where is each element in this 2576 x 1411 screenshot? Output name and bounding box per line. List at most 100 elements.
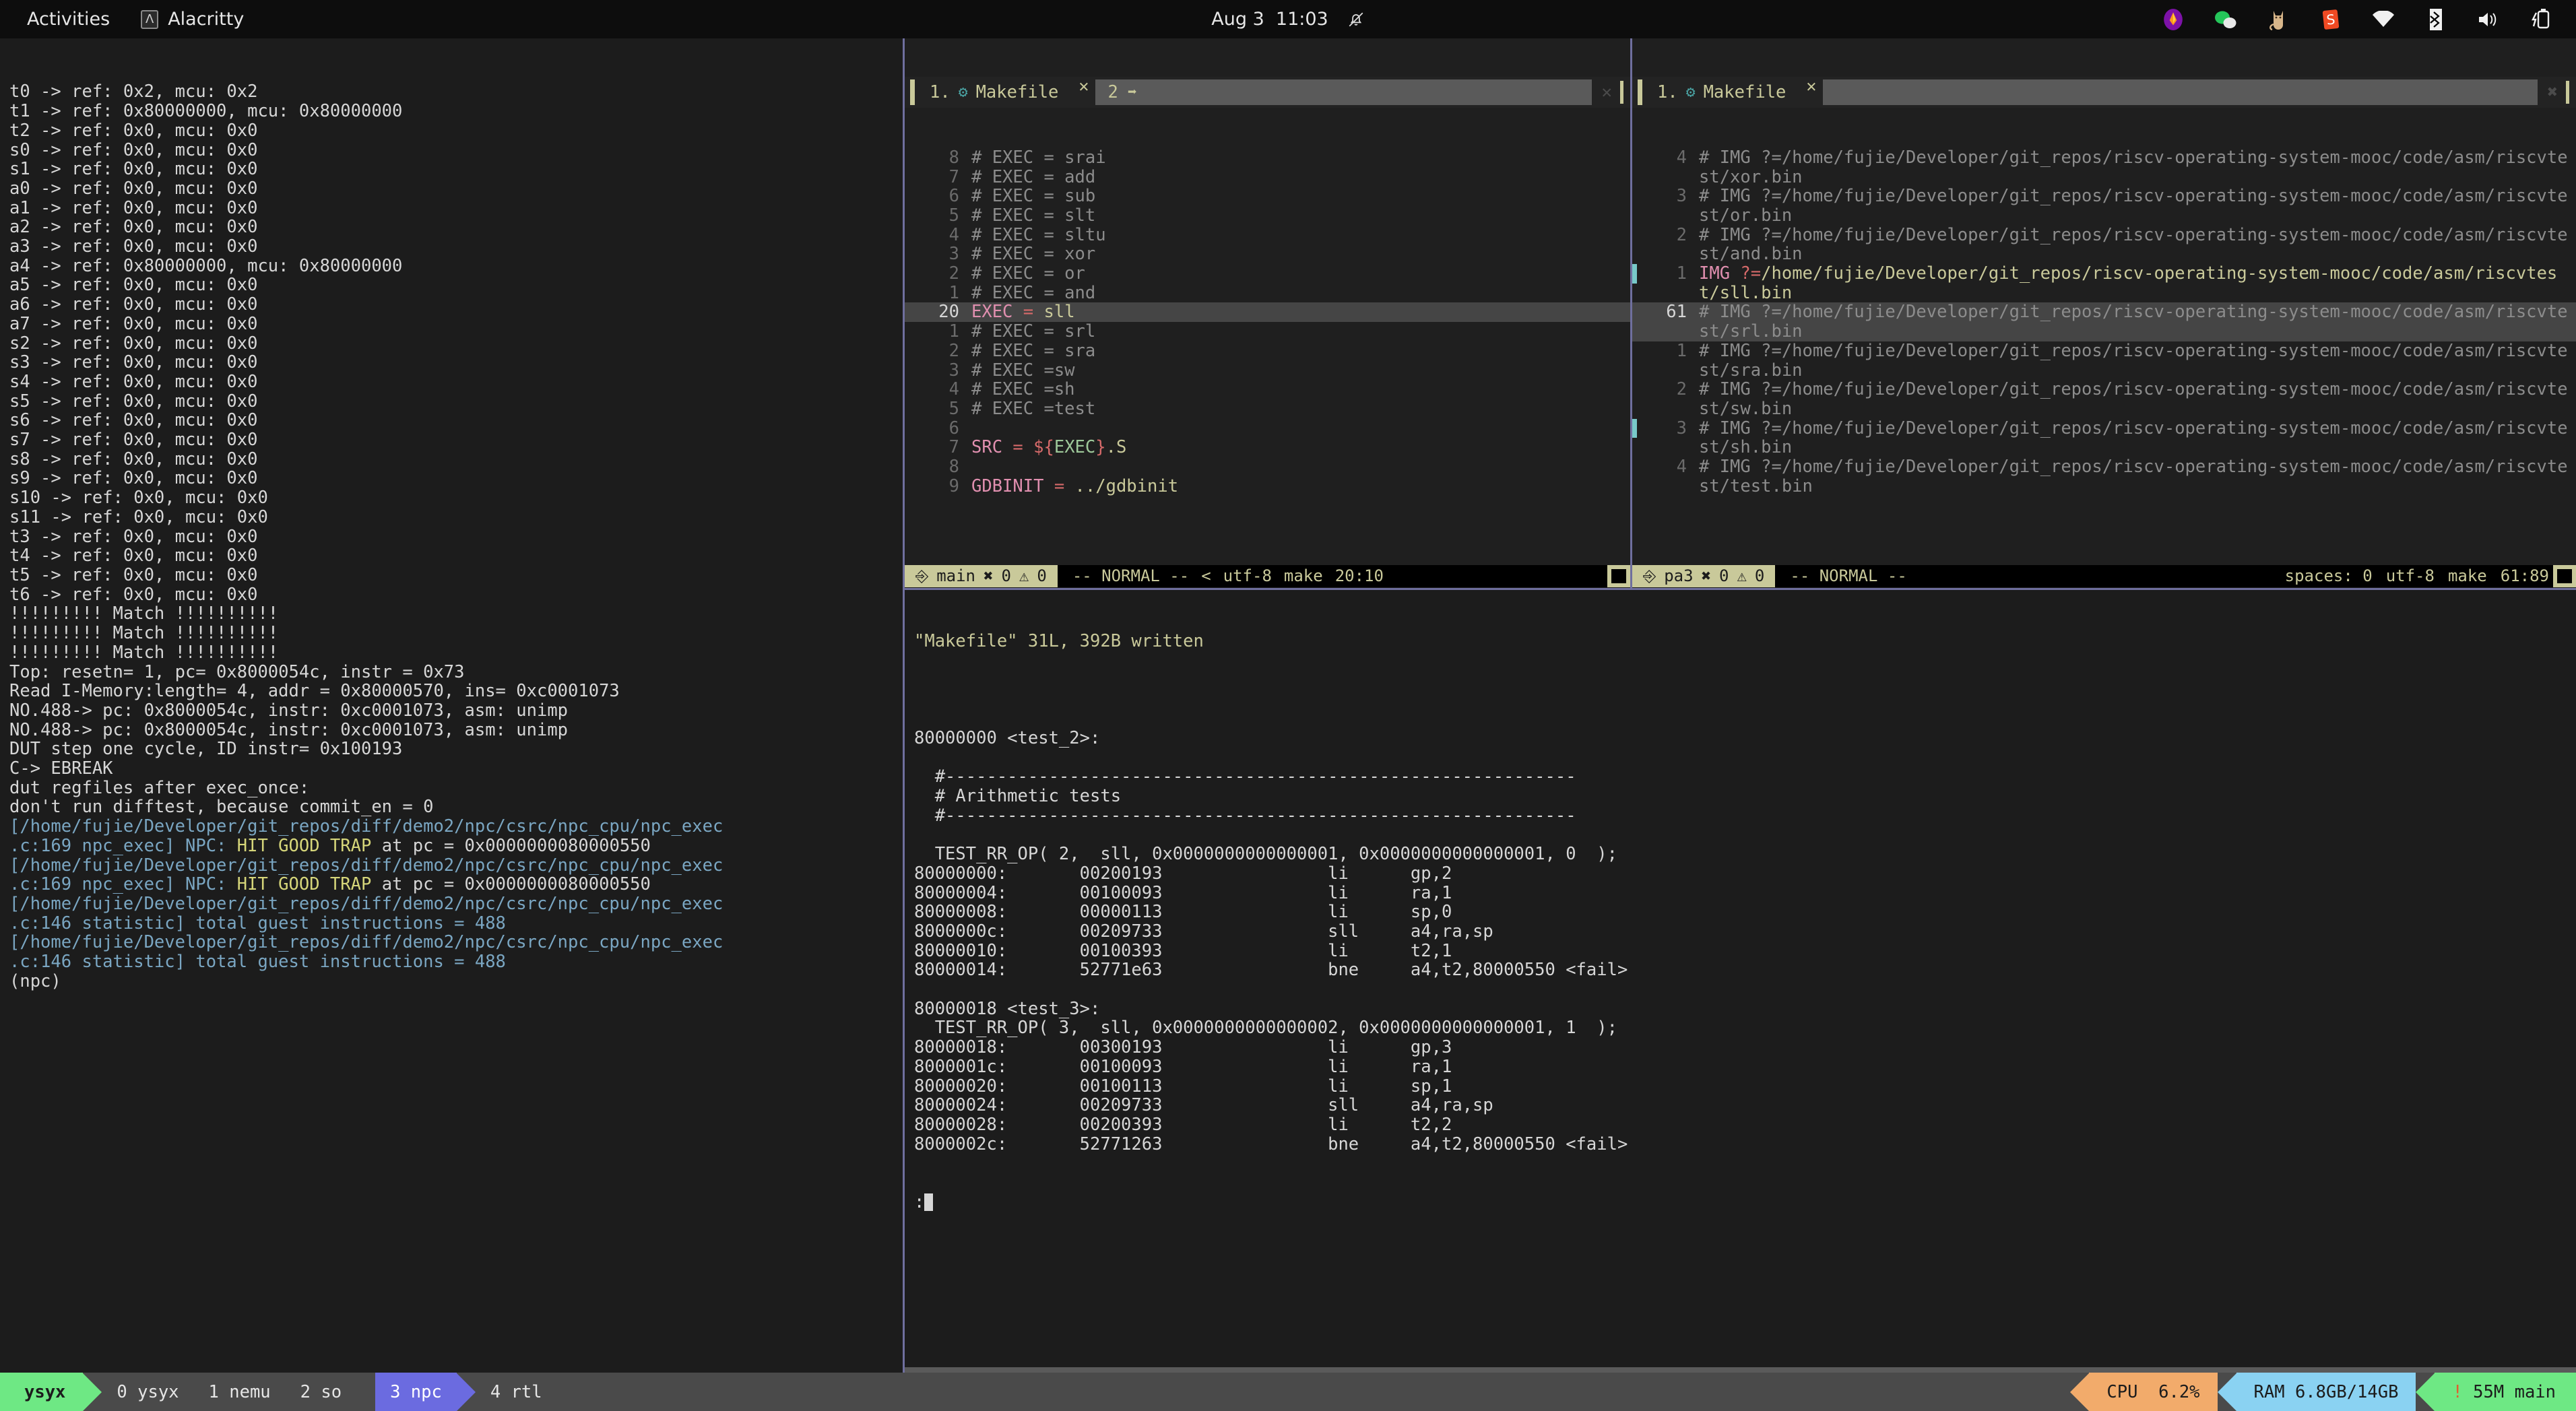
cat-app-icon[interactable]: [2266, 7, 2290, 32]
editor-mode: -- NORMAL --: [1790, 566, 1907, 586]
terminal-line: TEST_RR_OP( 2, sll, 0x0000000000000001, …: [914, 844, 1617, 865]
sogou-input-icon[interactable]: S: [2319, 7, 2343, 32]
terminal-line: a2 -> ref: 0x0, mcu: 0x0: [9, 217, 258, 238]
tmux-window-rtl[interactable]: 4 rtl: [476, 1373, 557, 1411]
tabline-close-far[interactable]: ✖: [2539, 77, 2566, 108]
line-number: 3: [1676, 418, 1687, 438]
line-text: # EXEC = or: [971, 263, 1085, 284]
line-number: 5: [948, 205, 959, 226]
terminal-line: don't run difftest, because commit_en = …: [9, 797, 434, 818]
battery-charging-icon[interactable]: [2529, 7, 2553, 32]
code-line[interactable]: 1 # EXEC = srl: [905, 322, 1630, 341]
tab-close-icon-2[interactable]: ✕: [1593, 77, 1620, 108]
tmux-session-name[interactable]: ysyx: [0, 1373, 84, 1411]
code-line[interactable]: 9 GDBINIT = ../gdbinit: [905, 475, 1630, 496]
code-line[interactable]: 1 # IMG ?=/home/fujie/Developer/git_repos…: [1632, 341, 2576, 380]
line-text: # IMG ?=/home/fujie/Developer/git_repos/…: [1699, 418, 2568, 458]
code-token: ${: [1033, 437, 1054, 458]
tmux-window-so[interactable]: 2 so: [286, 1373, 356, 1411]
code-line[interactable]: 2 # EXEC = sra: [905, 341, 1630, 361]
code-line[interactable]: 6: [905, 418, 1630, 438]
code-line[interactable]: 6 # EXEC = sub: [905, 187, 1630, 206]
terminal-line: # Arithmetic tests: [914, 786, 1122, 807]
code-line[interactable]: 4 # IMG ?=/home/fujie/Developer/git_repos…: [1632, 457, 2576, 496]
code-line[interactable]: 1 # EXEC = and: [905, 284, 1630, 303]
code-line[interactable]: 61 # IMG ?=/home/fujie/Developer/git_repo…: [1632, 302, 2576, 341]
terminal-line: a5 -> ref: 0x0, mcu: 0x0: [9, 275, 258, 296]
tab-close-icon[interactable]: ✕: [1073, 77, 1094, 108]
filetype-label: make: [2447, 566, 2487, 586]
line-text: [971, 419, 1630, 438]
bottom-pane-scrollbar[interactable]: [905, 1367, 2576, 1373]
terminal-line: t5 -> ref: 0x0, mcu: 0x0: [9, 564, 258, 585]
gear-icon: ⚙: [958, 84, 968, 102]
code-line[interactable]: 7 SRC = ${EXEC}.S: [905, 438, 1630, 457]
neovim-window-left[interactable]: 1. ⚙ Makefile ✕ 2 ➡ ✕ 8 # EXEC = srai 7 # E…: [905, 38, 1630, 587]
left-terminal-pane[interactable]: t0 -> ref: 0x2, mcu: 0x2 t1 -> ref: 0x800…: [0, 38, 903, 1373]
terminal-line: 80000000 <test_2>:: [914, 727, 1101, 748]
app-menu-alacritty[interactable]: Λ Alacritty: [141, 9, 244, 30]
terminal-line: Read I-Memory:length= 4, addr = 0x800005…: [9, 681, 620, 702]
gnome-top-bar: Activities Λ Alacritty Aug 3 11:03 S: [0, 0, 2576, 38]
editor-code-area-left[interactable]: 8 # EXEC = srai 7 # EXEC = add 6 # EXEC = sub…: [905, 147, 1630, 496]
code-line[interactable]: 7 # EXEC = add: [905, 167, 1630, 187]
code-line[interactable]: 20 EXEC = sll: [905, 302, 1630, 323]
tmux-window-ysyx[interactable]: 0 ysyx: [102, 1373, 193, 1411]
tmux-window-npc[interactable]: 3 npc: [375, 1373, 457, 1411]
editor-mode: -- NORMAL --: [1072, 566, 1190, 586]
encoding-label: utf-8: [2385, 566, 2435, 586]
code-line[interactable]: 4 # EXEC =sh: [905, 380, 1630, 399]
code-line[interactable]: 8: [905, 457, 1630, 477]
code-line[interactable]: 1 IMG ?=/home/fujie/Developer/git_repos/r…: [1632, 264, 2576, 302]
volume-icon[interactable]: [2476, 7, 2501, 32]
terminal-line: [/home/fujie/Developer/git_repos/diff/de…: [9, 893, 723, 914]
tab-makefile-1-right[interactable]: 1. ⚙ Makefile: [1642, 77, 1801, 108]
wifi-icon[interactable]: [2371, 7, 2395, 32]
code-line[interactable]: 3 # EXEC =sw: [905, 360, 1630, 381]
code-line[interactable]: 5 # EXEC = slt: [905, 206, 1630, 226]
terminal-line: s9 -> ref: 0x0, mcu: 0x0: [9, 468, 258, 489]
code-line[interactable]: 3 # IMG ?=/home/fujie/Developer/git_repos…: [1632, 187, 2576, 226]
tab-makefile-1[interactable]: 1. ⚙ Makefile: [915, 77, 1073, 108]
terminal-line: a4 -> ref: 0x80000000, mcu: 0x80000000: [9, 255, 403, 276]
bluetooth-icon[interactable]: [2424, 7, 2448, 32]
code-line[interactable]: 4 # IMG ?=/home/fujie/Developer/git_repos…: [1632, 147, 2576, 187]
code-line[interactable]: 2 # IMG ?=/home/fujie/Developer/git_repos…: [1632, 379, 2576, 419]
terminal-line: #---------------------------------------…: [914, 766, 1576, 787]
tmux-git-dirty-flag: !: [2452, 1381, 2463, 1402]
firebase-icon[interactable]: [2161, 7, 2185, 32]
code-line[interactable]: 3 # EXEC = xor: [905, 244, 1630, 264]
editor-tabline-right: 1. ⚙ Makefile ✕ ✖: [1632, 77, 2576, 108]
wechat-icon[interactable]: [2214, 7, 2238, 32]
code-line[interactable]: 4 # EXEC = sltu: [905, 225, 1630, 245]
line-number: 2: [1676, 379, 1687, 400]
terminal-line: #---------------------------------------…: [914, 805, 1576, 826]
line-text: # IMG ?=/home/fujie/Developer/git_repos/…: [1699, 340, 2568, 381]
neovim-window-right[interactable]: 1. ⚙ Makefile ✕ ✖ 4 # IMG ?=/home/fujie/D…: [1632, 38, 2576, 587]
tmux-ram-arrow: [2217, 1373, 2236, 1411]
terminal-line: NO.488-> pc: 0x8000054c, instr: 0xc00010…: [9, 700, 569, 721]
tmux-window-nemu[interactable]: 1 nemu: [194, 1373, 286, 1411]
terminal-line: s6 -> ref: 0x0, mcu: 0x0: [9, 410, 258, 431]
statusline-left: ⎆ main ✖ 0 ⚠ 0 -- NORMAL -- < utf-8 make…: [905, 565, 1630, 587]
code-line[interactable]: 3 # IMG ?=/home/fujie/Developer/git_repos…: [1632, 418, 2576, 458]
tab-close-icon[interactable]: ✕: [1801, 77, 1822, 108]
command-prompt: :: [914, 1191, 925, 1212]
terminal-cursor: [924, 1193, 934, 1211]
tab-unnamed-2[interactable]: 2 ➡: [1095, 79, 1592, 106]
code-line[interactable]: 5 # EXEC =test: [905, 399, 1630, 419]
editor-code-area-right[interactable]: 4 # IMG ?=/home/fujie/Developer/git_repos…: [1632, 147, 2576, 496]
tmux-session-arrow: [83, 1373, 102, 1411]
spaces-label: spaces: 0: [2284, 566, 2373, 586]
code-line[interactable]: 2 # EXEC = or: [905, 264, 1630, 284]
line-number: 4: [948, 379, 959, 400]
code-line[interactable]: 2 # IMG ?=/home/fujie/Developer/git_repos…: [1632, 225, 2576, 264]
activities-button[interactable]: Activities: [27, 9, 110, 30]
line-number: 9: [948, 475, 959, 496]
bottom-terminal-pane[interactable]: "Makefile" 31L, 392B written 80000000 <t…: [905, 589, 2576, 1373]
cursor-position: 61:89: [2500, 566, 2549, 586]
tabline-empty-area[interactable]: [1823, 79, 2538, 106]
terminal-line: t6 -> ref: 0x0, mcu: 0x0: [9, 584, 258, 605]
tmux-git-arrow: [2416, 1373, 2435, 1411]
code-line[interactable]: 8 # EXEC = srai: [905, 148, 1630, 168]
